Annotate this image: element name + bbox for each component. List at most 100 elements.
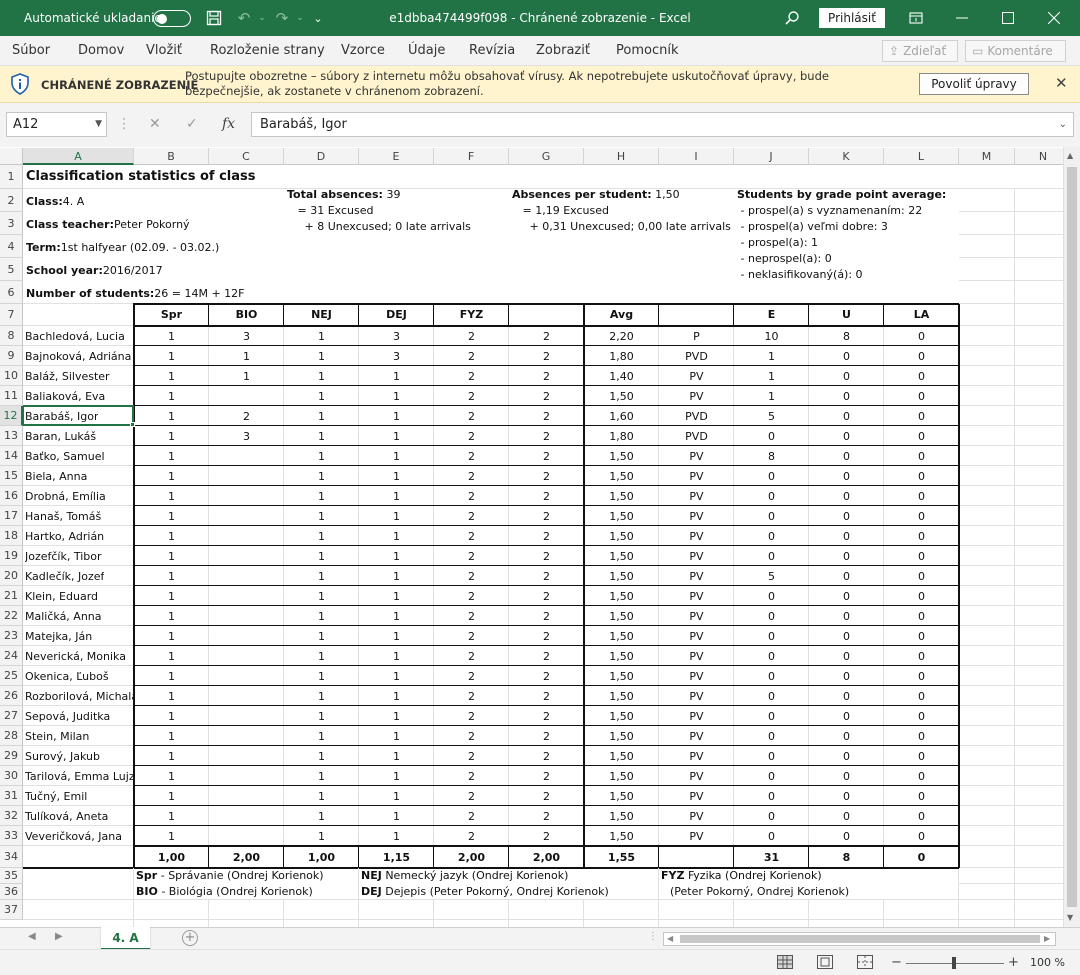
save-icon[interactable]	[204, 8, 224, 28]
row-header[interactable]: 10	[0, 366, 23, 386]
row-header[interactable]: 27	[0, 706, 23, 726]
customize-qat-icon[interactable]: ⌄	[308, 8, 328, 28]
tab-insert[interactable]: Vložiť	[146, 36, 182, 66]
row-header[interactable]: 17	[0, 506, 23, 526]
tab-file[interactable]: Súbor	[12, 36, 50, 66]
row-header[interactable]: 12	[0, 406, 23, 426]
normal-view-icon[interactable]	[777, 955, 793, 969]
row-header[interactable]: 18	[0, 526, 23, 546]
zoom-out-icon[interactable]: −	[891, 955, 902, 970]
row-header[interactable]: 35	[0, 868, 23, 884]
row-header[interactable]: 1	[0, 165, 23, 189]
row-header[interactable]: 23	[0, 626, 23, 646]
column-header[interactable]: A	[23, 148, 134, 165]
row-header[interactable]: 21	[0, 586, 23, 606]
row-header[interactable]: 7	[0, 304, 23, 326]
cancel-icon[interactable]: ✕	[149, 112, 161, 137]
row-header[interactable]: 34	[0, 846, 23, 868]
column-header[interactable]: F	[434, 148, 509, 165]
share-button[interactable]: ⇪ Zdieľať	[882, 40, 958, 62]
horizontal-scroll-thumb[interactable]	[680, 935, 1040, 943]
row-header[interactable]: 6	[0, 281, 23, 304]
close-icon[interactable]	[1031, 0, 1077, 36]
select-all-corner[interactable]	[0, 148, 23, 165]
search-icon[interactable]	[782, 8, 802, 28]
minimize-icon[interactable]	[939, 0, 985, 36]
insert-function-icon[interactable]: fx	[222, 112, 235, 137]
redo-icon[interactable]: ↷	[272, 8, 292, 28]
tab-page-layout[interactable]: Rozloženie strany	[210, 36, 325, 66]
row-header[interactable]: 15	[0, 466, 23, 486]
enter-icon[interactable]: ✓	[186, 112, 198, 137]
scroll-down-icon[interactable]: ▼	[1067, 913, 1073, 922]
maximize-icon[interactable]	[985, 0, 1031, 36]
selected-cell[interactable]	[22, 405, 134, 426]
row-header[interactable]: 2	[0, 189, 23, 212]
row-header[interactable]: 19	[0, 546, 23, 566]
row-header[interactable]: 5	[0, 258, 23, 281]
row-header[interactable]: 31	[0, 786, 23, 806]
autosave-toggle[interactable]	[153, 10, 191, 27]
next-sheet-icon[interactable]: ▶	[55, 931, 63, 942]
comments-button[interactable]: ▭ Komentáre	[965, 40, 1066, 62]
row-header[interactable]: 32	[0, 806, 23, 826]
row-header[interactable]: 24	[0, 646, 23, 666]
row-header[interactable]: 20	[0, 566, 23, 586]
ribbon-display-options-icon[interactable]	[893, 0, 939, 36]
name-box-dropdown-icon[interactable]: ▼	[95, 113, 102, 136]
undo-icon[interactable]: ↶	[234, 8, 254, 28]
column-header[interactable]: C	[209, 148, 284, 165]
tab-view[interactable]: Zobraziť	[536, 36, 590, 66]
undo-dropdown-icon[interactable]: ⌄	[252, 8, 272, 28]
signin-button[interactable]: Prihlásiť	[819, 8, 885, 28]
name-box[interactable]: A12 ▼	[6, 112, 107, 137]
row-header[interactable]: 9	[0, 346, 23, 366]
column-header[interactable]: H	[584, 148, 659, 165]
close-bar-icon[interactable]: ✕	[1055, 74, 1068, 92]
formula-input[interactable]: Barabáš, Igor ⌄	[251, 112, 1074, 137]
scroll-up-icon[interactable]: ▲	[1067, 151, 1073, 160]
row-header[interactable]: 36	[0, 884, 23, 900]
tab-help[interactable]: Pomocník	[616, 36, 678, 66]
zoom-in-icon[interactable]: +	[1008, 955, 1019, 970]
column-header[interactable]: D	[284, 148, 359, 165]
row-header[interactable]: 25	[0, 666, 23, 686]
redo-dropdown-icon[interactable]: ⌄	[290, 8, 310, 28]
tab-home[interactable]: Domov	[78, 36, 124, 66]
horizontal-scrollbar[interactable]: ◀ ▶	[663, 932, 1056, 946]
vertical-scroll-thumb[interactable]	[1067, 167, 1077, 907]
row-header[interactable]: 16	[0, 486, 23, 506]
column-header[interactable]: K	[809, 148, 884, 165]
vertical-scrollbar[interactable]: ▲ ▼	[1063, 147, 1080, 927]
row-header[interactable]: 37	[0, 900, 23, 920]
cells[interactable]: Classification statistics of class Class:…	[22, 165, 1072, 927]
row-header[interactable]: 13	[0, 426, 23, 446]
column-header[interactable]: M	[959, 148, 1015, 165]
sheet-tab[interactable]: 4. A	[101, 927, 150, 950]
prev-sheet-icon[interactable]: ◀	[28, 931, 36, 942]
column-header[interactable]: I	[659, 148, 734, 165]
row-header[interactable]: 29	[0, 746, 23, 766]
row-header[interactable]: 33	[0, 826, 23, 846]
add-sheet-icon[interactable]: +	[182, 930, 198, 946]
scroll-left-icon[interactable]: ◀	[667, 934, 673, 943]
tab-review[interactable]: Revízia	[469, 36, 515, 66]
tab-split-icon[interactable]: ⋮	[648, 931, 658, 942]
column-header[interactable]: E	[359, 148, 434, 165]
row-header[interactable]: 14	[0, 446, 23, 466]
column-header[interactable]: J	[734, 148, 809, 165]
page-layout-view-icon[interactable]	[817, 955, 833, 969]
fill-handle[interactable]	[130, 422, 135, 427]
zoom-level[interactable]: 100 %	[1030, 956, 1065, 969]
row-header[interactable]: 11	[0, 386, 23, 406]
page-break-view-icon[interactable]	[857, 955, 873, 969]
row-header[interactable]: 26	[0, 686, 23, 706]
row-header[interactable]: 4	[0, 235, 23, 258]
column-header[interactable]: G	[509, 148, 584, 165]
tab-formulas[interactable]: Vzorce	[341, 36, 385, 66]
zoom-slider-thumb[interactable]	[952, 957, 956, 969]
row-header[interactable]: 22	[0, 606, 23, 626]
row-header[interactable]: 30	[0, 766, 23, 786]
row-header[interactable]: 8	[0, 326, 23, 346]
column-header[interactable]: B	[134, 148, 209, 165]
